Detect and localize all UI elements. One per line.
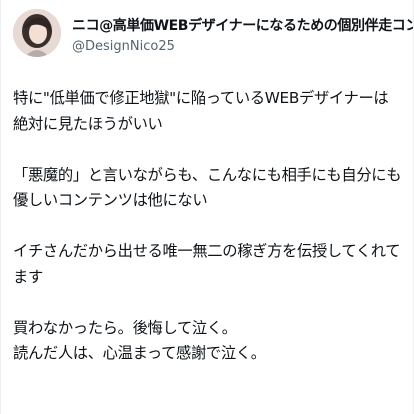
tweet-paragraph-3: イチさんだから出せる唯一無二の稼ぎ方を伝授してくれてます: [13, 242, 401, 286]
tweet-card: ニコ@高単価WEBデザイナーになるための個別伴走コンサル @DesignNico…: [0, 0, 414, 414]
author-display-name[interactable]: ニコ@高単価WEBデザイナーになるための個別伴走コンサル: [72, 17, 413, 35]
avatar-image: [13, 9, 61, 57]
tweet-paragraph-1: 特に"低単価で修正地獄"に陥っているWEBデザイナーは絶対に見たほうがいい: [13, 89, 389, 133]
tweet-paragraph-2: 「悪魔的」と言いながらも、こんなにも相手にも自分にも優しいコンテンツは他にない: [13, 165, 402, 210]
tweet-body: 特に"低単価で修正地獄"に陥っているWEBデザイナーは絶対に見たほうがいい 「悪…: [13, 86, 403, 367]
tweet-header: ニコ@高単価WEBデザイナーになるための個別伴走コンサル @DesignNico…: [13, 9, 413, 61]
tweet-paragraph-5: 読んだ人は、心温まって感謝で泣く。: [13, 344, 266, 362]
avatar[interactable]: [13, 9, 61, 57]
tweet-paragraph-4: 買わなかったら。後悔して泣く。: [13, 318, 237, 337]
author-handle[interactable]: @DesignNico25: [72, 39, 175, 55]
